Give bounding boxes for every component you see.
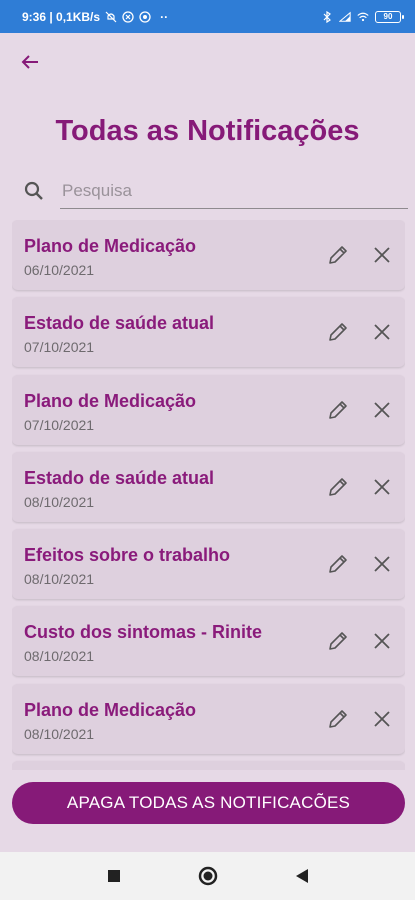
circle-icon — [198, 866, 217, 886]
notification-title: Efeitos sobre o trabalho — [24, 545, 231, 566]
edit-button[interactable] — [326, 475, 350, 499]
status-time: 9:36 | 0,1KB/s — [22, 9, 101, 24]
close-icon — [374, 247, 390, 263]
notification-list: Plano de Medicação 06/10/2021 Estado de … — [12, 220, 405, 770]
status-bar: 9:36 | 0,1KB/s ·· 90 — [0, 0, 415, 33]
delete-button[interactable] — [370, 320, 394, 344]
pencil-icon — [329, 632, 347, 651]
notification-title: Plano de Medicação — [24, 699, 197, 720]
app-icon — [122, 10, 134, 23]
delete-button[interactable] — [370, 629, 394, 653]
notification-item[interactable]: Estado de saúde atual 07/10/2021 — [12, 297, 405, 368]
edit-button[interactable] — [326, 398, 350, 422]
edit-button[interactable] — [326, 552, 350, 576]
status-more: ·· — [160, 9, 169, 24]
pencil-icon — [329, 478, 347, 496]
edit-button[interactable] — [326, 629, 350, 653]
notification-title: Plano de Medicação — [24, 390, 197, 411]
pencil-icon — [329, 555, 347, 573]
bluetooth-icon — [321, 10, 333, 23]
notification-item[interactable]: Plano de Medicação 08/10/2021 — [12, 683, 405, 754]
triangle-back-icon — [295, 869, 308, 883]
notification-item[interactable]: Plano de Medicação 06/10/2021 — [12, 220, 405, 290]
edit-button[interactable] — [326, 707, 350, 731]
notification-item[interactable]: Plano de Medicação 07/10/2021 — [12, 374, 405, 445]
close-icon — [374, 556, 390, 572]
delete-all-button[interactable]: APAGA TODAS AS NOTIFICACÕES — [12, 782, 405, 824]
notification-title: Estado de saúde atual — [24, 467, 215, 488]
recents-button[interactable] — [102, 864, 126, 888]
close-icon — [374, 711, 390, 727]
back-button[interactable] — [16, 48, 44, 76]
pencil-icon — [329, 323, 347, 342]
notification-title: Plano de Medicação — [24, 236, 197, 256]
notification-date: 08/10/2021 — [24, 493, 95, 510]
system-nav-bar — [0, 852, 415, 900]
notification-title: Estado de saúde atual — [24, 313, 215, 334]
search-icon — [22, 179, 46, 203]
notification-date: 08/10/2021 — [24, 725, 95, 742]
close-icon — [374, 324, 390, 340]
delete-button[interactable] — [370, 552, 394, 576]
notification-date: 06/10/2021 — [24, 262, 95, 278]
pencil-icon — [329, 246, 347, 264]
search-bar — [22, 170, 408, 212]
wifi-icon — [357, 11, 369, 23]
search-input[interactable] — [60, 173, 408, 209]
status-right: 90 — [321, 10, 404, 23]
page-title: Todas as Notificações — [55, 115, 360, 147]
delete-button[interactable] — [370, 475, 394, 499]
pencil-icon — [329, 400, 347, 419]
notification-date: 07/10/2021 — [24, 416, 95, 433]
close-icon — [374, 401, 390, 418]
edit-button[interactable] — [326, 320, 350, 344]
notification-item[interactable]: Estado de saúde atual 08/10/2021 — [12, 451, 405, 522]
delete-button[interactable] — [370, 243, 394, 267]
notification-title: Custo dos sintomas - Rinite — [24, 622, 263, 643]
delete-button[interactable] — [370, 398, 394, 422]
status-left: 9:36 | 0,1KB/s ·· — [22, 10, 168, 24]
notification-item[interactable]: Efeitos sobre o trabalho 08/10/2021 — [12, 529, 405, 600]
notification-item[interactable] — [12, 761, 405, 770]
notification-date: 08/10/2021 — [24, 571, 95, 588]
arrow-left-icon — [21, 55, 38, 69]
battery-icon: 90 — [375, 10, 404, 23]
home-button[interactable] — [196, 864, 220, 888]
notification-item[interactable]: Custo dos sintomas - Rinite 08/10/2021 — [12, 606, 405, 677]
notification-date: 08/10/2021 — [24, 648, 95, 665]
mute-icon — [105, 11, 117, 23]
pencil-icon — [329, 709, 347, 728]
close-icon — [374, 479, 390, 495]
square-icon — [107, 870, 120, 882]
back-nav-button[interactable] — [290, 864, 314, 888]
signal-icon — [339, 11, 351, 23]
notification-date: 07/10/2021 — [24, 339, 95, 356]
delete-button[interactable] — [370, 707, 394, 731]
edit-button[interactable] — [326, 243, 350, 267]
whatsapp-icon — [139, 10, 151, 23]
close-icon — [374, 633, 390, 650]
